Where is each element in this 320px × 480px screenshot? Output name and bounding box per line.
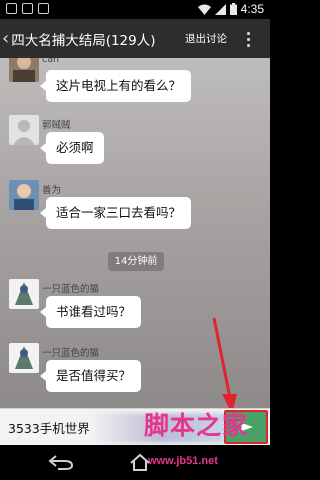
app-notification-icon xyxy=(38,3,49,14)
avatar[interactable] xyxy=(9,279,39,309)
sender-name: 郭贼贼 xyxy=(42,120,71,131)
sender-name: 一只蓝色的猫 xyxy=(42,284,100,295)
watermark-url: www.jb51.net xyxy=(148,455,218,467)
overflow-menu-icon[interactable] xyxy=(240,27,256,51)
message-bubble[interactable]: 必须啊 xyxy=(40,132,104,164)
status-bar: 4:35 xyxy=(0,0,270,19)
chat-area[interactable]: can 这片电视上有的看么？ 郭贼贼 必须啊 善为 适合一家三口去看吗？ 14分… xyxy=(0,58,270,408)
battery-icon xyxy=(229,3,237,15)
message-bubble[interactable]: 是否值得买？ xyxy=(39,360,142,392)
sender-name: can xyxy=(42,58,60,65)
watermark-title: 脚本之家 xyxy=(144,411,249,440)
sender-name: 善为 xyxy=(42,185,62,196)
back-button[interactable]: ‹ 四大名捕大结局(129人) xyxy=(2,19,156,58)
status-time: 4:35 xyxy=(240,2,264,16)
message-bubble[interactable]: 这片电视上有的看么？ xyxy=(39,70,192,102)
time-divider: 14分钟前 xyxy=(108,252,164,271)
watermark: 脚本之家 www.jb51.net xyxy=(136,406,270,480)
image-notification-icon xyxy=(6,3,17,14)
chat-title: 四大名捕大结局(129人) xyxy=(11,32,156,49)
avatar[interactable] xyxy=(9,180,39,210)
sender-name: 一只蓝色的猫 xyxy=(42,348,100,359)
action-bar: ‹ 四大名捕大结局(129人) 退出讨论 xyxy=(0,19,270,58)
avatar[interactable] xyxy=(9,115,39,145)
message-bubble[interactable]: 适合一家三口去看吗？ xyxy=(39,197,192,229)
notification-icons xyxy=(6,3,49,14)
exit-discussion-button[interactable]: 退出讨论 xyxy=(185,31,227,46)
wifi-icon xyxy=(197,4,211,15)
nav-back-icon[interactable] xyxy=(48,454,74,470)
message-bubble[interactable]: 书谁看过吗？ xyxy=(39,296,142,328)
signal-icon xyxy=(214,3,226,15)
red-arrow-annotation xyxy=(212,317,237,408)
gallery-notification-icon xyxy=(22,3,33,14)
avatar[interactable] xyxy=(9,58,39,82)
back-chevron-icon: ‹ xyxy=(2,27,10,49)
avatar[interactable] xyxy=(9,343,39,373)
